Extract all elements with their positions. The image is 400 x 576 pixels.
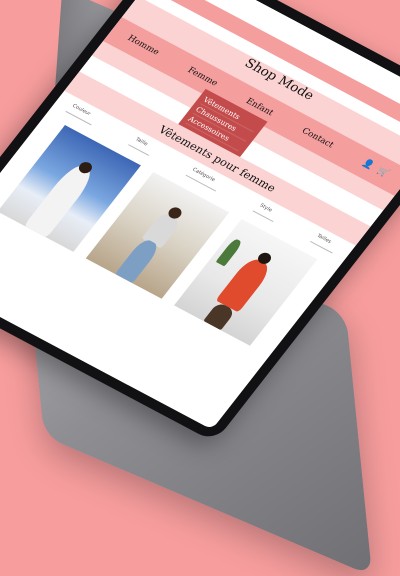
filter-style[interactable]: Style: [252, 201, 281, 222]
filter-taille[interactable]: Taille: [128, 135, 156, 156]
filter-tailles[interactable]: Tailles: [309, 232, 340, 254]
device-scene: Shop Mode Homme Femme Enfant Contact 👤 🛒…: [0, 0, 400, 576]
user-icon[interactable]: 👤: [360, 158, 376, 171]
product-photo-figure: [114, 237, 162, 284]
product-photo-figure: [215, 237, 244, 267]
